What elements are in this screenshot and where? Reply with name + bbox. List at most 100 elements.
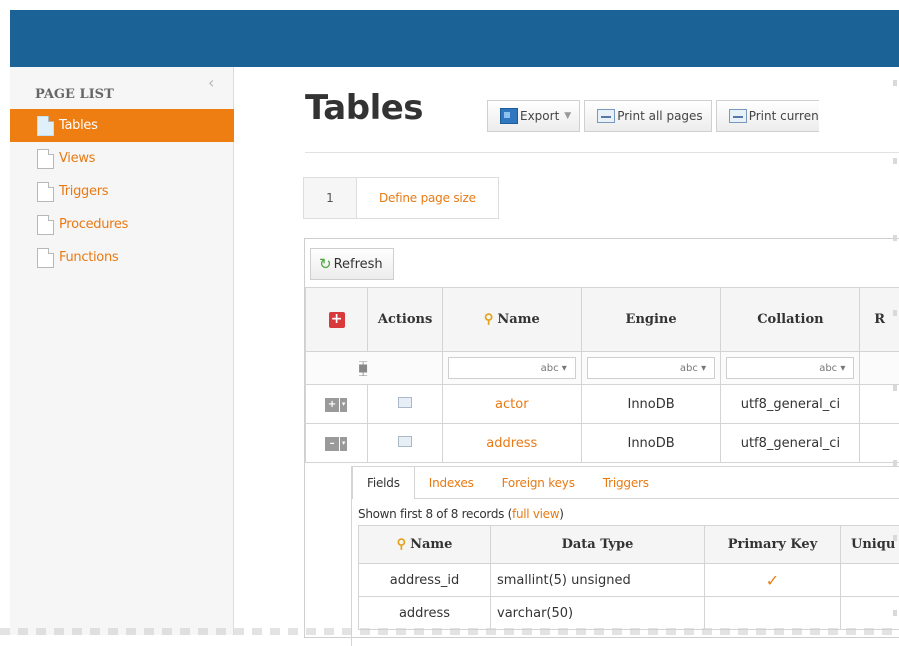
print-all-button[interactable]: Print all pages: [584, 100, 711, 132]
column-header-name[interactable]: ⚲Name: [442, 288, 581, 352]
table-row[interactable]: –▾ address InnoDB utf8_general_ci: [306, 424, 899, 463]
edit-row-icon[interactable]: [398, 436, 412, 447]
refresh-button[interactable]: ↻ Refresh: [310, 248, 394, 280]
engine-cell: InnoDB: [581, 385, 721, 424]
filter-row: ⧯ abc ▾ abc ▾ abc ▾: [306, 352, 899, 385]
filter-cell: abc ▾: [581, 352, 721, 385]
sidebar-item-label: Functions: [59, 250, 118, 265]
page-icon: [37, 182, 54, 202]
primary-key-cell: ✓: [705, 564, 841, 597]
chevron-down-icon: ▾: [340, 398, 347, 412]
sidebar-nav: Tables Views Triggers Procedures Functio…: [10, 109, 234, 274]
engine-cell: InnoDB: [581, 424, 721, 463]
sidebar-item-label: Views: [59, 151, 95, 166]
clear-filter-icon[interactable]: ⧯: [358, 358, 368, 377]
print-current-button[interactable]: Print curren: [716, 100, 819, 132]
column-header-actions[interactable]: Actions: [368, 288, 443, 352]
field-name-cell: address_id: [359, 564, 491, 597]
page-list-title: PAGE LIST: [35, 87, 114, 102]
column-header-collation[interactable]: Collation: [721, 288, 860, 352]
right-border-decoration: [893, 80, 899, 630]
export-button[interactable]: Export ▼: [487, 100, 580, 132]
table-row[interactable]: address_id smallint(5) unsigned ✓: [359, 564, 899, 597]
table-row[interactable]: address varchar(50): [359, 597, 899, 630]
tab-foreign-keys[interactable]: Foreign keys: [488, 466, 589, 499]
plus-icon: +: [325, 398, 339, 412]
unique-cell: [841, 564, 899, 597]
checkmark-icon: ✓: [766, 571, 779, 590]
tab-fields[interactable]: Fields: [352, 466, 415, 499]
page-title: Tables: [305, 88, 423, 128]
collation-filter-input[interactable]: abc ▾: [726, 357, 854, 379]
collation-cell: utf8_general_ci: [721, 424, 860, 463]
expand-cell: –▾: [306, 424, 368, 463]
fields-table: ⚲Name Data Type Primary Key Uniqu addres…: [358, 525, 899, 630]
filter-clear-cell: ⧯: [306, 352, 443, 385]
name-cell[interactable]: address: [442, 424, 581, 463]
name-cell[interactable]: actor: [442, 385, 581, 424]
sidebar-item-tables[interactable]: Tables: [10, 109, 234, 142]
name-filter-input[interactable]: abc ▾: [448, 357, 576, 379]
records-text-close: ): [559, 507, 563, 521]
page-icon: [37, 149, 54, 169]
sidebar: ‹ PAGE LIST Tables Views Triggers Proced…: [10, 67, 234, 635]
key-icon: ⚲: [484, 312, 494, 327]
column-label: Name: [410, 537, 452, 552]
column-header-primary-key[interactable]: Primary Key: [705, 526, 841, 564]
export-icon: [500, 108, 518, 124]
chevron-down-icon: ▼: [564, 111, 571, 121]
pager: 1 Define page size: [303, 177, 499, 219]
chevron-down-icon: ▾: [340, 437, 347, 451]
actions-cell: [368, 424, 443, 463]
field-type-cell: smallint(5) unsigned: [491, 564, 705, 597]
sidebar-item-views[interactable]: Views: [10, 142, 234, 175]
table-name-link[interactable]: address: [486, 436, 537, 451]
chevron-left-icon[interactable]: ‹: [208, 73, 214, 92]
column-header-engine[interactable]: Engine: [581, 288, 721, 352]
expand-cell: +▾: [306, 385, 368, 424]
tab-triggers[interactable]: Triggers: [589, 466, 663, 499]
print-all-label: Print all pages: [617, 109, 702, 123]
full-view-link[interactable]: full view: [512, 507, 559, 521]
toolbar: Export ▼ Print all pages Print curren: [487, 100, 819, 132]
fields-header-row: ⚲Name Data Type Primary Key Uniqu: [359, 526, 899, 564]
records-text: Shown first 8 of 8 records (: [358, 507, 512, 521]
define-page-size-link[interactable]: Define page size: [357, 177, 499, 219]
actions-cell: [368, 385, 443, 424]
filter-type-label: abc: [680, 363, 698, 374]
print-current-label: Print curren: [749, 109, 819, 123]
key-icon: ⚲: [397, 537, 407, 552]
collapse-row-button[interactable]: –▾: [325, 437, 348, 451]
sidebar-item-triggers[interactable]: Triggers: [10, 175, 234, 208]
table-row[interactable]: +▾ actor InnoDB utf8_general_ci: [306, 385, 899, 424]
tables-table: + Actions ⚲Name Engine Collation R ⧯ abc…: [305, 287, 899, 463]
collation-cell: utf8_general_ci: [721, 385, 860, 424]
engine-filter-input[interactable]: abc ▾: [587, 357, 715, 379]
add-icon[interactable]: +: [329, 312, 345, 328]
printer-icon: [729, 109, 747, 123]
sidebar-item-label: Procedures: [59, 217, 128, 232]
filter-cell: abc ▾: [721, 352, 860, 385]
sidebar-item-procedures[interactable]: Procedures: [10, 208, 234, 241]
sidebar-item-functions[interactable]: Functions: [10, 241, 234, 274]
column-header-unique[interactable]: Uniqu: [841, 526, 899, 564]
refresh-label: Refresh: [334, 257, 383, 272]
tables-grid: ↻ Refresh + Actions ⚲Name Engine Collati…: [304, 238, 899, 638]
field-type-cell: varchar(50): [491, 597, 705, 630]
field-name-cell: address: [359, 597, 491, 630]
column-header-data-type[interactable]: Data Type: [491, 526, 705, 564]
expand-row-button[interactable]: +▾: [325, 398, 348, 412]
divider: [305, 152, 899, 153]
records-summary: Shown first 8 of 8 records (full view): [358, 507, 564, 521]
table-header-row: + Actions ⚲Name Engine Collation R: [306, 288, 899, 352]
detail-tabs: Fields Indexes Foreign keys Triggers: [352, 466, 663, 499]
column-header-name[interactable]: ⚲Name: [359, 526, 491, 564]
sidebar-item-label: Triggers: [59, 184, 108, 199]
detail-panel: Fields Indexes Foreign keys Triggers Sho…: [351, 466, 899, 646]
top-header-bar: [10, 10, 899, 67]
edit-row-icon[interactable]: [398, 397, 412, 408]
tab-indexes[interactable]: Indexes: [415, 466, 488, 499]
table-name-link[interactable]: actor: [495, 397, 529, 412]
page-number-button[interactable]: 1: [303, 177, 357, 219]
page-icon: [37, 215, 54, 235]
